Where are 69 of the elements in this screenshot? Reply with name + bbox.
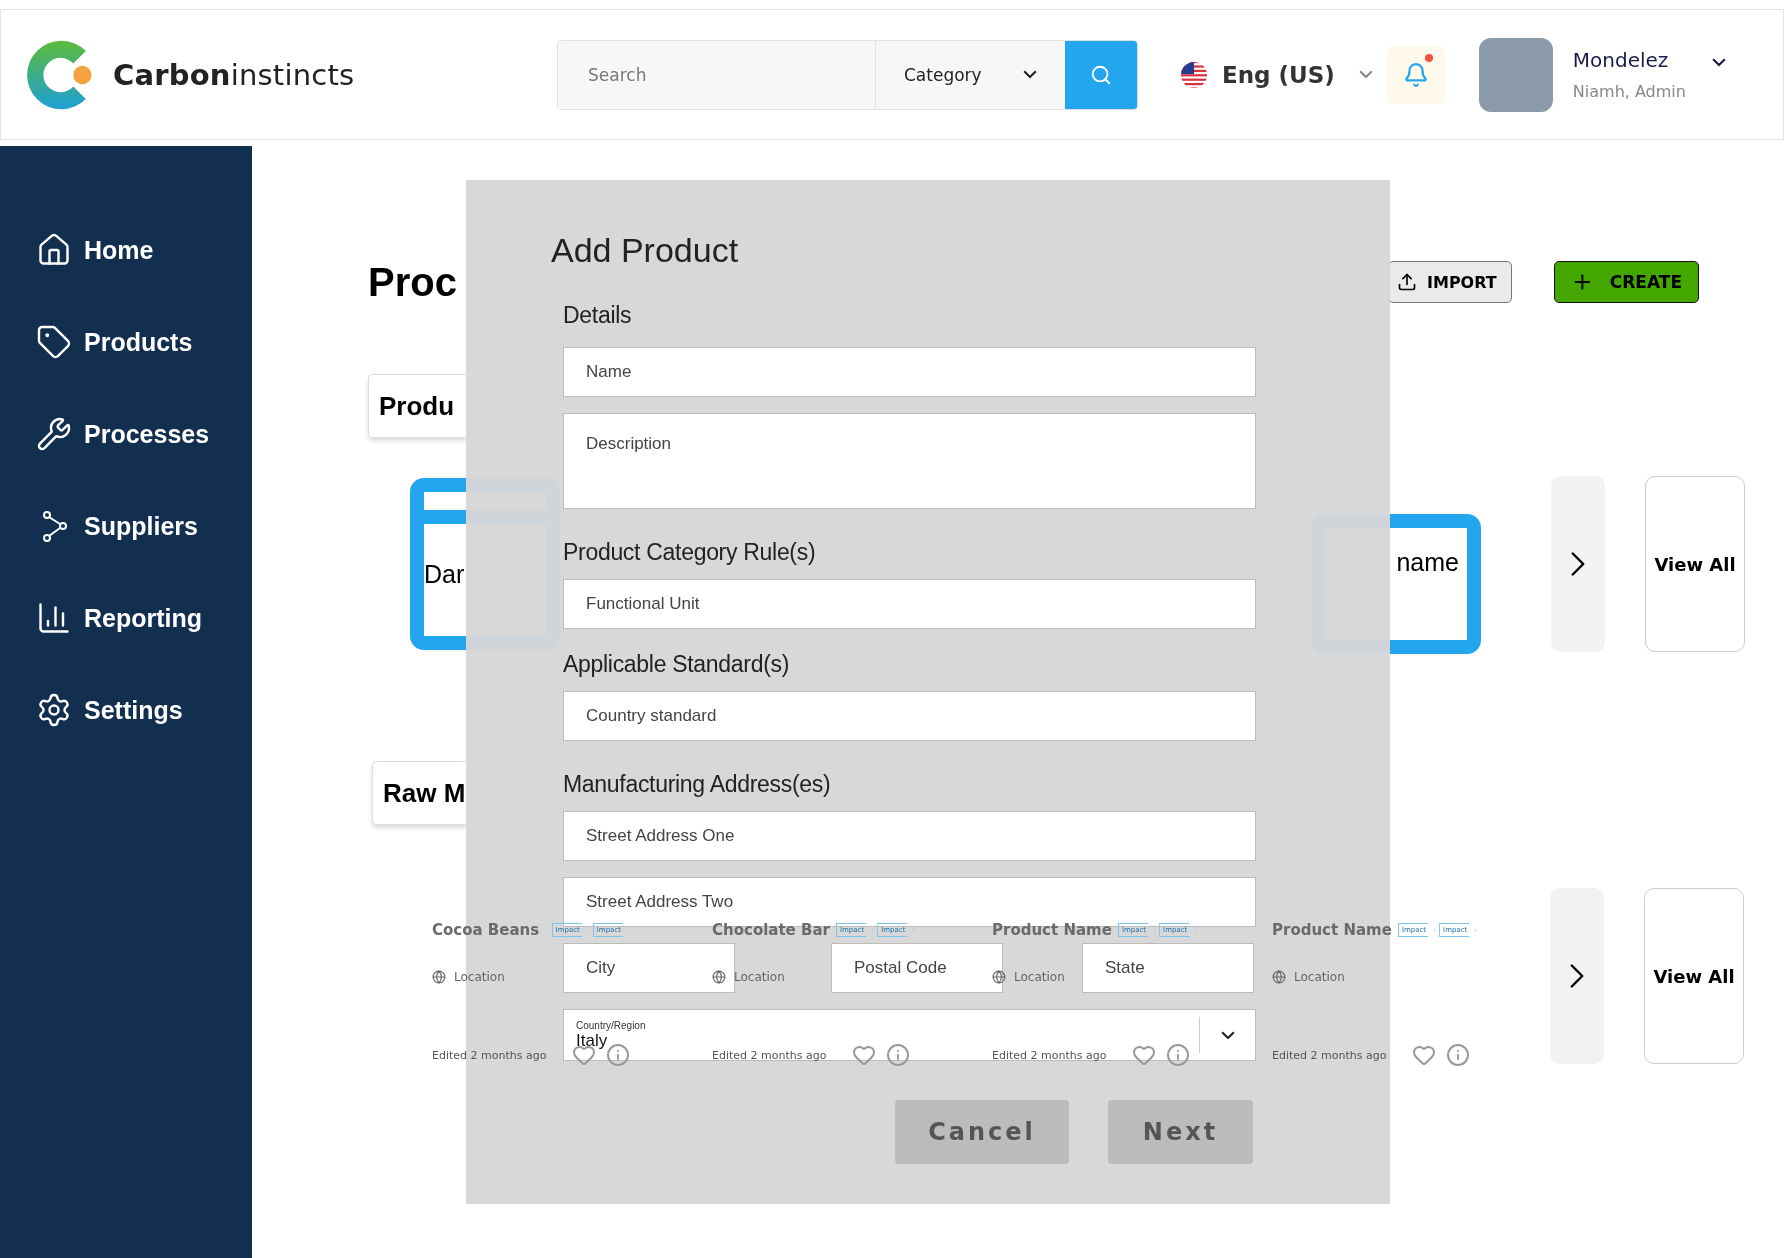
sidebar-label: Products: [84, 327, 193, 357]
view-all-button[interactable]: View All: [1645, 476, 1745, 652]
section-heading: Applicable Standard(s): [563, 651, 791, 677]
chevron-down-icon[interactable]: [1220, 1030, 1235, 1040]
view-all-button[interactable]: View All: [1644, 888, 1744, 1064]
section-heading: Manufacturing Address(es): [563, 771, 832, 797]
text-field[interactable]: City: [563, 943, 735, 993]
sidebar-label: Home: [84, 235, 154, 265]
card-title: Cocoa Beans: [432, 920, 540, 940]
sidebar-label: Settings: [84, 695, 183, 725]
sidebar-item[interactable]: Home: [0, 230, 252, 270]
chevron-down-icon[interactable]: [1711, 58, 1726, 67]
text-field[interactable]: Name: [563, 347, 1256, 397]
brand-name: Carboninstincts: [113, 57, 355, 92]
user-role: Niamh, Admin: [1572, 82, 1686, 101]
globe-icon: [432, 970, 446, 984]
notification-button[interactable]: [1386, 45, 1445, 104]
language-selector[interactable]: Eng (US): [1180, 60, 1373, 89]
globe-icon: [1272, 970, 1286, 984]
select-value: Italy: [576, 1030, 608, 1051]
settings-icon: [36, 692, 72, 728]
edited-time: Edited 2 months ago: [432, 1048, 548, 1062]
text-field[interactable]: Country standard: [563, 691, 1256, 741]
select-label: Country/Region: [576, 1019, 646, 1031]
card-location: Location: [1014, 970, 1065, 984]
section-heading: Details: [563, 302, 633, 328]
info-icon[interactable]: [1446, 1043, 1470, 1067]
sidebar-item[interactable]: Products: [0, 322, 252, 362]
tag-icon: [36, 324, 72, 360]
sidebar-label: Reporting: [84, 603, 203, 633]
bell-icon: [1402, 61, 1429, 88]
info-icon[interactable]: [1166, 1043, 1190, 1067]
house-icon: [36, 232, 72, 268]
text-field[interactable]: State: [1082, 943, 1254, 993]
globe-icon: [712, 970, 726, 984]
page-title: Proc: [368, 259, 458, 306]
sidebar-label: Suppliers: [84, 511, 198, 541]
card-title: Dar: [424, 560, 466, 589]
card-title: Product Name: [1272, 920, 1392, 940]
section-heading: Product Category Rule(s): [563, 539, 817, 565]
text-field[interactable]: Functional Unit: [563, 579, 1256, 629]
create-button[interactable]: CREATE: [1554, 261, 1699, 303]
card-location: Location: [454, 970, 505, 984]
dialog-button[interactable]: Next: [1108, 1100, 1253, 1164]
edited-time: Edited 2 months ago: [1272, 1048, 1388, 1062]
dialog-button[interactable]: Cancel: [895, 1100, 1069, 1164]
card-location: Location: [1294, 970, 1345, 984]
sidebar-item[interactable]: Settings: [0, 690, 252, 730]
edited-time: Edited 2 months ago: [992, 1048, 1108, 1062]
info-icon[interactable]: [606, 1043, 630, 1067]
card-title: name: [1396, 548, 1459, 577]
dialog-title: Add Product: [551, 230, 740, 271]
info-icon[interactable]: [886, 1043, 910, 1067]
wrench-icon: [36, 416, 72, 452]
sidebar-item[interactable]: Processes: [0, 414, 252, 454]
bar-chart-icon: [36, 600, 72, 636]
user-name: Mondelez: [1572, 48, 1670, 72]
text-field[interactable]: Street Address One: [563, 811, 1256, 861]
text-field[interactable]: Postal Code: [831, 943, 1003, 993]
upload-icon: [1397, 272, 1417, 292]
chevron-down-icon: [1358, 70, 1373, 79]
sidebar-item[interactable]: Reporting: [0, 598, 252, 638]
edited-time: Edited 2 months ago: [712, 1048, 828, 1062]
card-location: Location: [734, 970, 785, 984]
sidebar-item[interactable]: Suppliers: [0, 506, 252, 546]
sidebar-label: Processes: [84, 419, 210, 449]
globe-icon: [992, 970, 1006, 984]
import-button[interactable]: IMPORT: [1388, 261, 1512, 303]
description-field[interactable]: Description: [563, 413, 1256, 509]
